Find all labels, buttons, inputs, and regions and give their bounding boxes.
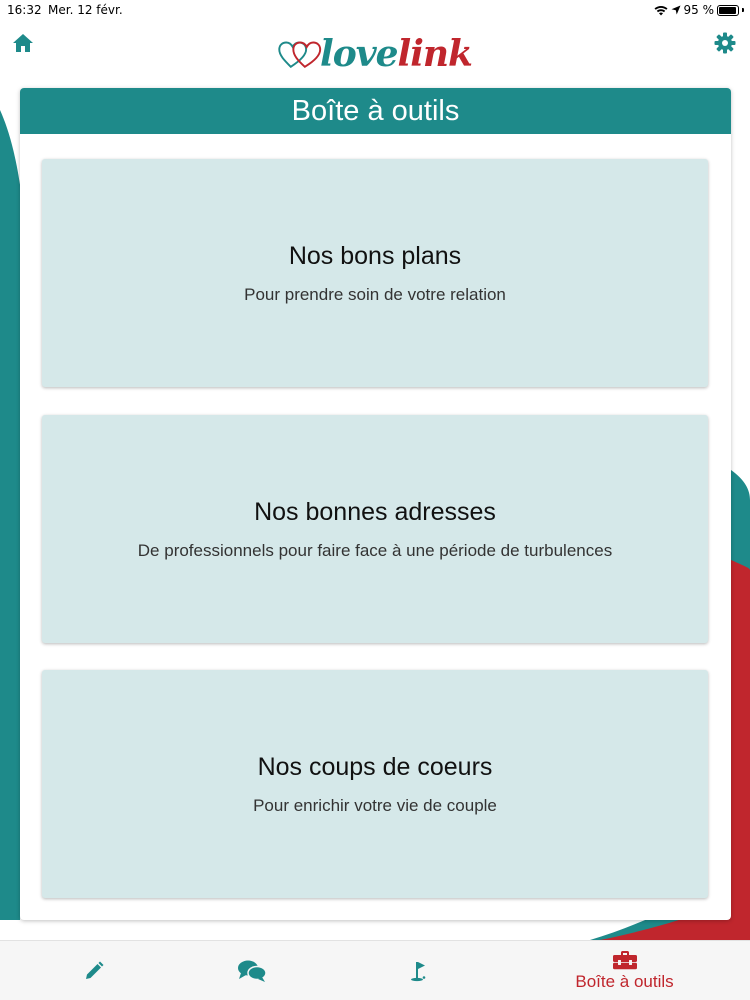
battery-icon (717, 4, 739, 16)
logo-wordmark: lovelink (320, 33, 473, 75)
card-subtitle: Pour prendre soin de votre relation (244, 284, 506, 304)
settings-button[interactable] (714, 32, 738, 56)
tab-objectives[interactable] (325, 941, 512, 1000)
status-bar: 16:32 Mer. 12 févr. 95 % (0, 0, 750, 22)
card-coups-de-coeurs[interactable]: Nos coups de coeurs Pour enrichir votre … (42, 670, 708, 898)
card-title: Nos bons plans (288, 241, 462, 270)
logo-word-link: link (397, 33, 473, 75)
tab-messages[interactable] (158, 941, 345, 1000)
home-icon (13, 34, 33, 52)
logo-word-love: love (320, 33, 399, 75)
card-subtitle: Pour enrichir votre vie de couple (253, 795, 497, 815)
chat-icon (237, 960, 267, 982)
battery-tip (742, 8, 744, 12)
card-bonnes-adresses[interactable]: Nos bonnes adresses De professionnels po… (42, 415, 708, 643)
wifi-icon (654, 5, 667, 15)
gear-icon (714, 32, 736, 54)
status-time: 16:32 (7, 3, 42, 17)
status-date: Mer. 12 févr. (48, 3, 123, 17)
status-indicators: 95 % (654, 3, 744, 17)
card-subtitle: De professionnels pour faire face à une … (137, 540, 613, 560)
card-title: Nos bonnes adresses (254, 497, 496, 526)
panel-title: Boîte à outils (20, 88, 731, 134)
app-header: lovelink (0, 24, 750, 84)
tab-boite-a-outils[interactable]: Boîte à outils (531, 941, 718, 1000)
toolbox-panel: Boîte à outils Nos bons plans Pour prend… (20, 88, 731, 920)
battery-percent: 95 % (683, 3, 715, 17)
golf-flag-icon (410, 962, 425, 982)
card-bons-plans[interactable]: Nos bons plans Pour prendre soin de votr… (42, 159, 708, 387)
home-button[interactable] (12, 33, 36, 55)
tab-label: Boîte à outils (575, 972, 674, 991)
bottom-tab-bar: Boîte à outils (0, 940, 750, 1000)
toolbox-icon (612, 951, 637, 970)
lovelink-logo: lovelink (278, 28, 473, 80)
pencil-icon (85, 961, 103, 979)
card-title: Nos coups de coeurs (257, 752, 493, 781)
hearts-logo-icon (278, 41, 322, 69)
location-arrow-icon (671, 5, 680, 15)
